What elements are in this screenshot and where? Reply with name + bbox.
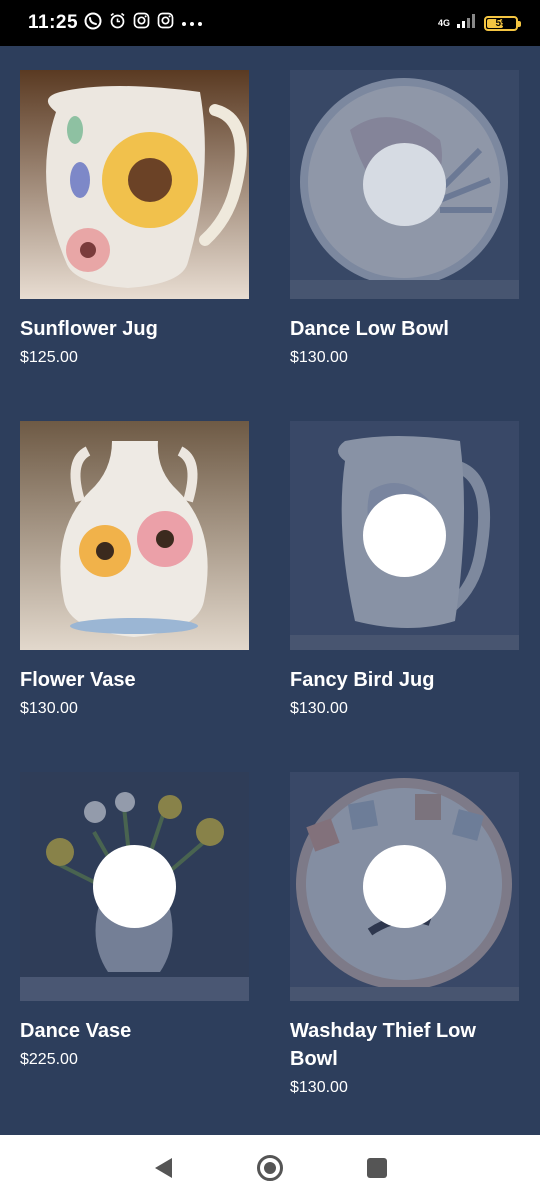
product-image-dance-vase[interactable] xyxy=(20,772,249,1001)
product-price: $225.00 xyxy=(20,1051,78,1068)
loading-indicator xyxy=(363,494,446,577)
system-indicators: 4G 59 xyxy=(437,13,521,34)
battery-level: 59 xyxy=(495,17,507,29)
product-card[interactable]: Sunflower Jug $125.00 xyxy=(20,70,249,421)
product-image-fancy-bird-jug[interactable] xyxy=(290,421,519,650)
status-bar: 11:25 4G 59 xyxy=(0,0,540,46)
product-image-sunflower-jug[interactable] xyxy=(20,70,249,299)
product-card[interactable]: Dance Low Bowl $130.00 xyxy=(290,70,519,421)
loading-indicator xyxy=(93,845,176,928)
recents-button[interactable] xyxy=(352,1143,402,1193)
product-card[interactable]: Washday Thief Low Bowl $130.00 xyxy=(290,772,519,1123)
network-type: 4G xyxy=(437,17,450,28)
back-button[interactable] xyxy=(138,1143,188,1193)
product-image-washday-thief-low-bowl[interactable] xyxy=(290,772,519,1001)
back-icon xyxy=(155,1157,173,1178)
navigation-bar xyxy=(0,1135,540,1200)
product-card[interactable]: Fancy Bird Jug $130.00 xyxy=(290,421,519,772)
product-price: $130.00 xyxy=(290,349,348,366)
notification-icons xyxy=(84,12,203,35)
battery-icon: 59 xyxy=(484,15,521,31)
product-title[interactable]: Dance Vase xyxy=(20,1017,249,1045)
product-image-flower-vase[interactable] xyxy=(20,421,249,650)
alarm-icon xyxy=(109,12,126,34)
product-title[interactable]: Flower Vase xyxy=(20,666,249,694)
status-time: 11:25 xyxy=(28,12,79,33)
product-title[interactable]: Fancy Bird Jug xyxy=(290,666,519,694)
product-price: $130.00 xyxy=(290,700,348,717)
product-card[interactable]: Dance Vase $225.00 xyxy=(20,772,249,1123)
instagram-icon xyxy=(133,12,150,34)
more-dots-icon xyxy=(181,14,203,32)
product-grid: Sunflower Jug $125.00 Dance Low Bowl $13… xyxy=(20,70,520,1123)
whatsapp-icon xyxy=(84,12,102,35)
product-price: $125.00 xyxy=(20,349,78,366)
product-image-dance-low-bowl[interactable] xyxy=(290,70,519,299)
signal-icon xyxy=(456,13,478,34)
home-button[interactable] xyxy=(245,1143,295,1193)
product-card[interactable]: Flower Vase $130.00 xyxy=(20,421,249,772)
loading-indicator xyxy=(363,845,446,928)
product-title[interactable]: Washday Thief Low Bowl xyxy=(290,1017,519,1073)
product-title[interactable]: Sunflower Jug xyxy=(20,315,249,343)
recents-icon xyxy=(366,1157,387,1178)
home-icon xyxy=(256,1154,283,1181)
product-price: $130.00 xyxy=(20,700,78,717)
loading-indicator xyxy=(363,143,446,226)
product-price: $130.00 xyxy=(290,1079,348,1096)
instagram-icon xyxy=(157,12,174,34)
product-title[interactable]: Dance Low Bowl xyxy=(290,315,519,343)
